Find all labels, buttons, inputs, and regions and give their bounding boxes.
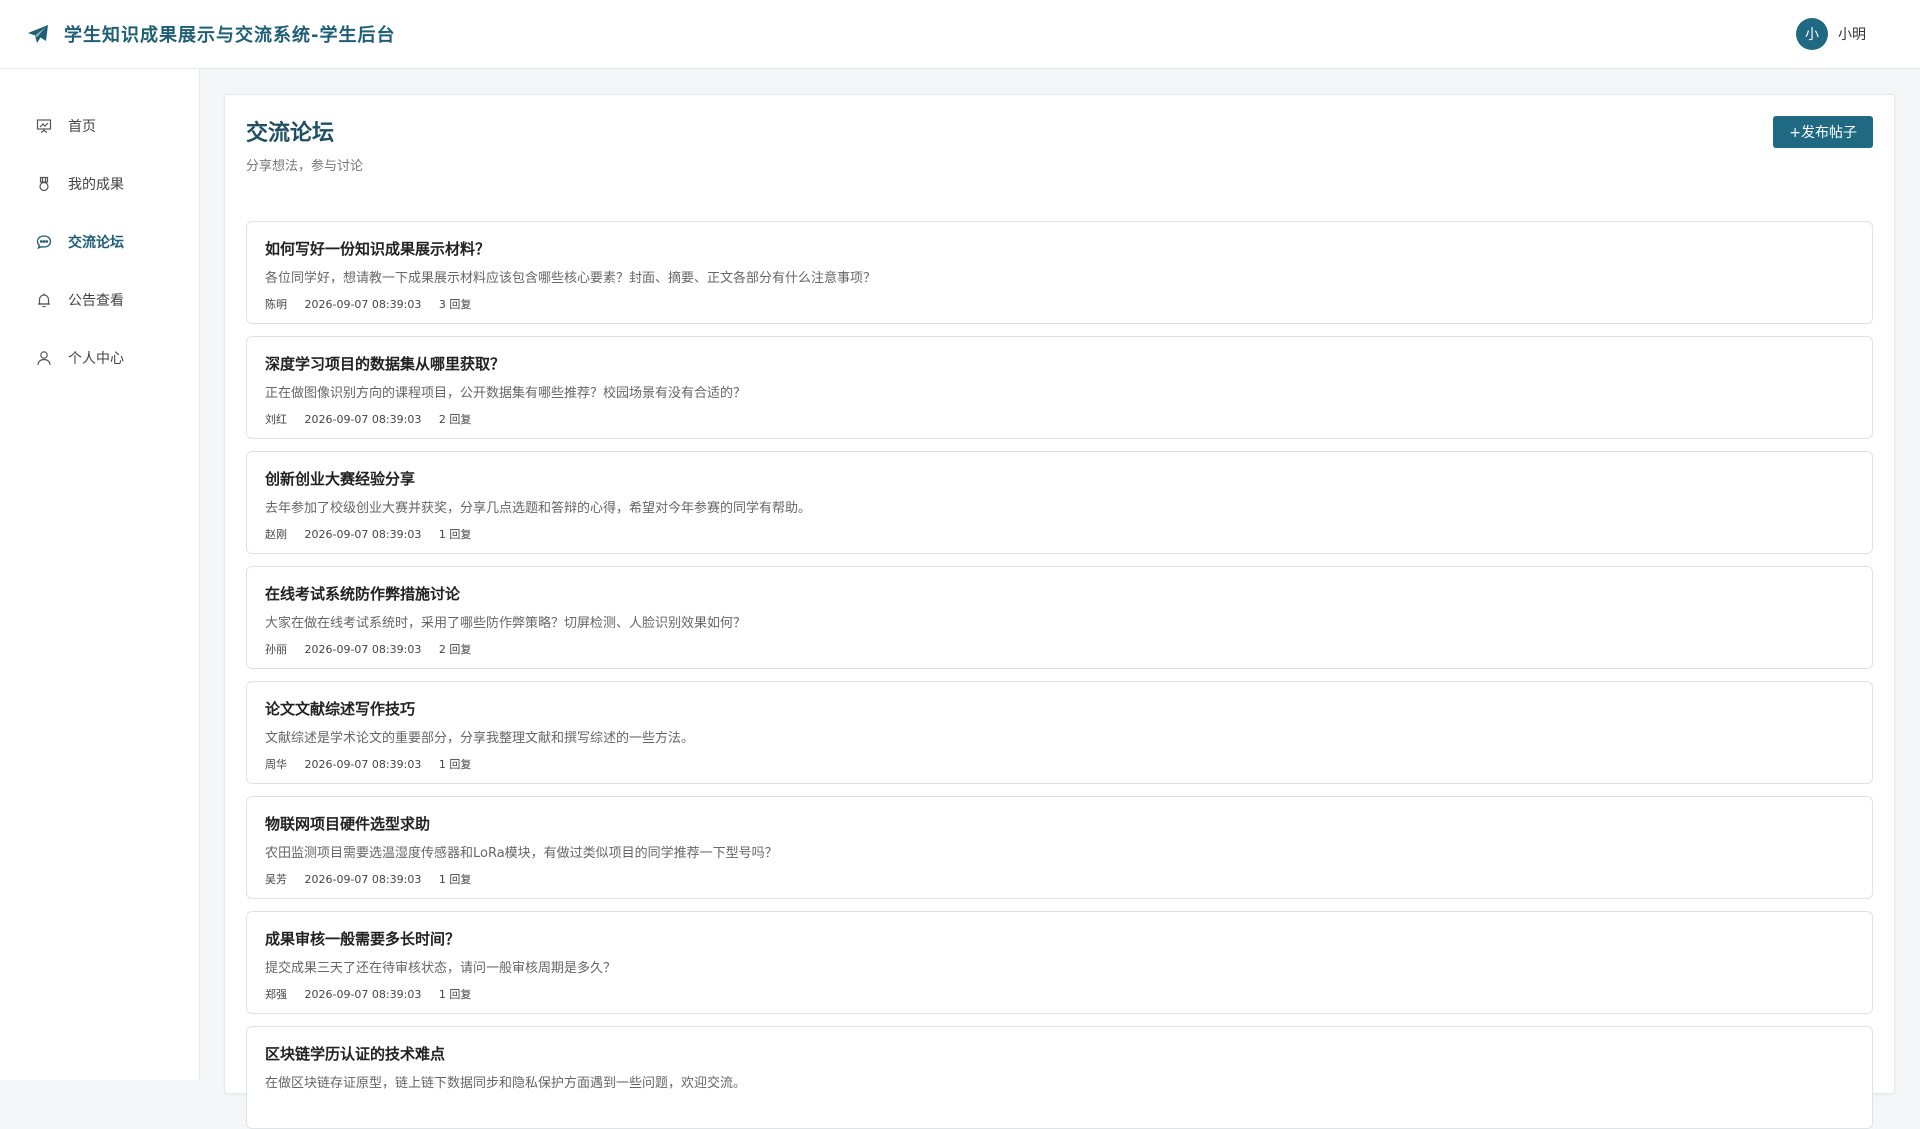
post-card[interactable]: 区块链学历认证的技术难点 在做区块链存证原型，链上链下数据同步和隐私保护方面遇到… [246,1026,1873,1129]
post-time: 2026-09-07 08:39:03 [304,528,422,541]
post-author: 孙丽 [265,643,287,656]
top-bar: 学生知识成果展示与交流系统-学生后台 小 小明 [0,0,1920,69]
sidebar-item-label: 我的成果 [68,177,124,193]
post-time: 2026-09-07 08:39:03 [304,298,422,311]
user-menu[interactable]: 小 小明 [1796,18,1866,50]
post-replies: 3 回复 [438,298,472,311]
page-subtitle: 分享想法，参与讨论 [246,159,364,174]
presentation-icon [35,117,53,135]
post-card[interactable]: 深度学习项目的数据集从哪里获取？ 正在做图像识别方向的课程项目，公开数据集有哪些… [246,336,1873,439]
forum-panel: 交流论坛 分享想法，参与讨论 +发布帖子 如何写好一份知识成果展示材料？ 各位同… [224,94,1895,1129]
sidebar-item-forum[interactable]: 交流论坛 [0,213,199,271]
post-title[interactable]: 成果审核一般需要多长时间？ [265,928,1854,949]
post-author: 吴芳 [265,873,287,886]
post-title[interactable]: 深度学习项目的数据集从哪里获取？ [265,353,1854,374]
post-meta: 吴芳 2026-09-07 08:39:03 1 回复 [265,871,1854,887]
post-excerpt: 各位同学好，想请教一下成果展示材料应该包含哪些核心要素？封面、摘要、正文各部分有… [265,271,877,286]
username[interactable]: 小明 [1838,24,1866,44]
page-header: 交流论坛 分享想法，参与讨论 +发布帖子 [246,115,1873,205]
sidebar-item-home[interactable]: 首页 [0,97,199,155]
sidebar-item-label: 公告查看 [68,293,124,309]
post-author: 赵刚 [265,528,287,541]
post-card[interactable]: 物联网项目硬件选型求助 农田监测项目需要选温湿度传感器和LoRa模块，有做过类似… [246,796,1873,899]
post-time: 2026-09-07 08:39:03 [304,988,422,1001]
post-title[interactable]: 在线考试系统防作弊措施讨论 [265,583,1854,604]
post-card[interactable]: 在线考试系统防作弊措施讨论 大家在做在线考试系统时，采用了哪些防作弊策略？切屏检… [246,566,1873,669]
post-author: 周华 [265,758,287,771]
app-title: 学生知识成果展示与交流系统-学生后台 [64,25,396,46]
post-list: 如何写好一份知识成果展示材料？ 各位同学好，想请教一下成果展示材料应该包含哪些核… [246,221,1873,1129]
post-card[interactable]: 论文文献综述写作技巧 文献综述是学术论文的重要部分，分享我整理文献和撰写综述的一… [246,681,1873,784]
post-meta: 刘红 2026-09-07 08:39:03 2 回复 [265,411,1854,427]
brand: 学生知识成果展示与交流系统-学生后台 [26,21,395,47]
post-title[interactable]: 物联网项目硬件选型求助 [265,813,1854,834]
post-title[interactable]: 论文文献综述写作技巧 [265,698,1854,719]
post-excerpt: 大家在做在线考试系统时，采用了哪些防作弊策略？切屏检测、人脸识别效果如何？ [265,616,747,631]
post-card[interactable]: 成果审核一般需要多长时间？ 提交成果三天了还在待审核状态，请问一般审核周期是多久… [246,911,1873,1014]
post-title[interactable]: 区块链学历认证的技术难点 [265,1043,1854,1064]
publish-post-button[interactable]: +发布帖子 [1773,116,1873,148]
user-icon [35,349,53,367]
paper-plane-icon [28,25,48,43]
post-author: 陈明 [265,298,287,311]
post-replies: 2 回复 [438,643,472,656]
post-excerpt: 去年参加了校级创业大赛并获奖，分享几点选题和答辩的心得，希望对今年参赛的同学有帮… [265,501,812,516]
post-excerpt: 正在做图像识别方向的课程项目，公开数据集有哪些推荐？校园场景有没有合适的？ [265,386,747,401]
post-card[interactable]: 如何写好一份知识成果展示材料？ 各位同学好，想请教一下成果展示材料应该包含哪些核… [246,221,1873,324]
sidebar-item-announcements[interactable]: 公告查看 [0,271,199,329]
post-replies: 2 回复 [438,413,472,426]
sidebar-item-label: 首页 [68,119,96,135]
post-title[interactable]: 如何写好一份知识成果展示材料？ [265,238,1854,259]
post-meta: 赵刚 2026-09-07 08:39:03 1 回复 [265,526,1854,542]
page-title: 交流论坛 [246,121,335,146]
medal-icon [35,175,53,193]
post-replies: 1 回复 [438,758,472,771]
post-excerpt: 文献综述是学术论文的重要部分，分享我整理文献和撰写综述的一些方法。 [265,731,695,746]
post-author: 刘红 [265,413,287,426]
sidebar-item-profile[interactable]: 个人中心 [0,329,199,387]
post-replies: 1 回复 [438,528,472,541]
post-card[interactable]: 创新创业大赛经验分享 去年参加了校级创业大赛并获奖，分享几点选题和答辩的心得，希… [246,451,1873,554]
post-meta: 陈明 2026-09-07 08:39:03 3 回复 [265,296,1854,312]
post-time: 2026-09-07 08:39:03 [304,643,422,656]
post-meta: 孙丽 2026-09-07 08:39:03 2 回复 [265,641,1854,657]
sidebar-item-achievements[interactable]: 我的成果 [0,155,199,213]
bell-icon [35,291,53,309]
post-author: 郑强 [265,988,287,1001]
post-meta: 周华 2026-09-07 08:39:03 1 回复 [265,756,1854,772]
post-excerpt: 农田监测项目需要选温湿度传感器和LoRa模块，有做过类似项目的同学推荐一下型号吗… [265,846,778,861]
post-excerpt: 提交成果三天了还在待审核状态，请问一般审核周期是多久？ [265,961,617,976]
post-title[interactable]: 创新创业大赛经验分享 [265,468,1854,489]
post-replies: 1 回复 [438,988,472,1001]
sidebar: 首页 我的成果 交流论坛 公告查看 个人中心 [0,69,200,1080]
post-time: 2026-09-07 08:39:03 [304,413,422,426]
post-meta: 郑强 2026-09-07 08:39:03 1 回复 [265,986,1854,1002]
avatar[interactable]: 小 [1796,18,1828,50]
sidebar-item-label: 交流论坛 [68,235,124,251]
chat-icon [35,233,53,251]
sidebar-item-label: 个人中心 [68,351,124,367]
post-replies: 1 回复 [438,873,472,886]
post-time: 2026-09-07 08:39:03 [304,873,422,886]
post-time: 2026-09-07 08:39:03 [304,758,422,771]
post-excerpt: 在做区块链存证原型，链上链下数据同步和隐私保护方面遇到一些问题，欢迎交流。 [265,1076,747,1091]
